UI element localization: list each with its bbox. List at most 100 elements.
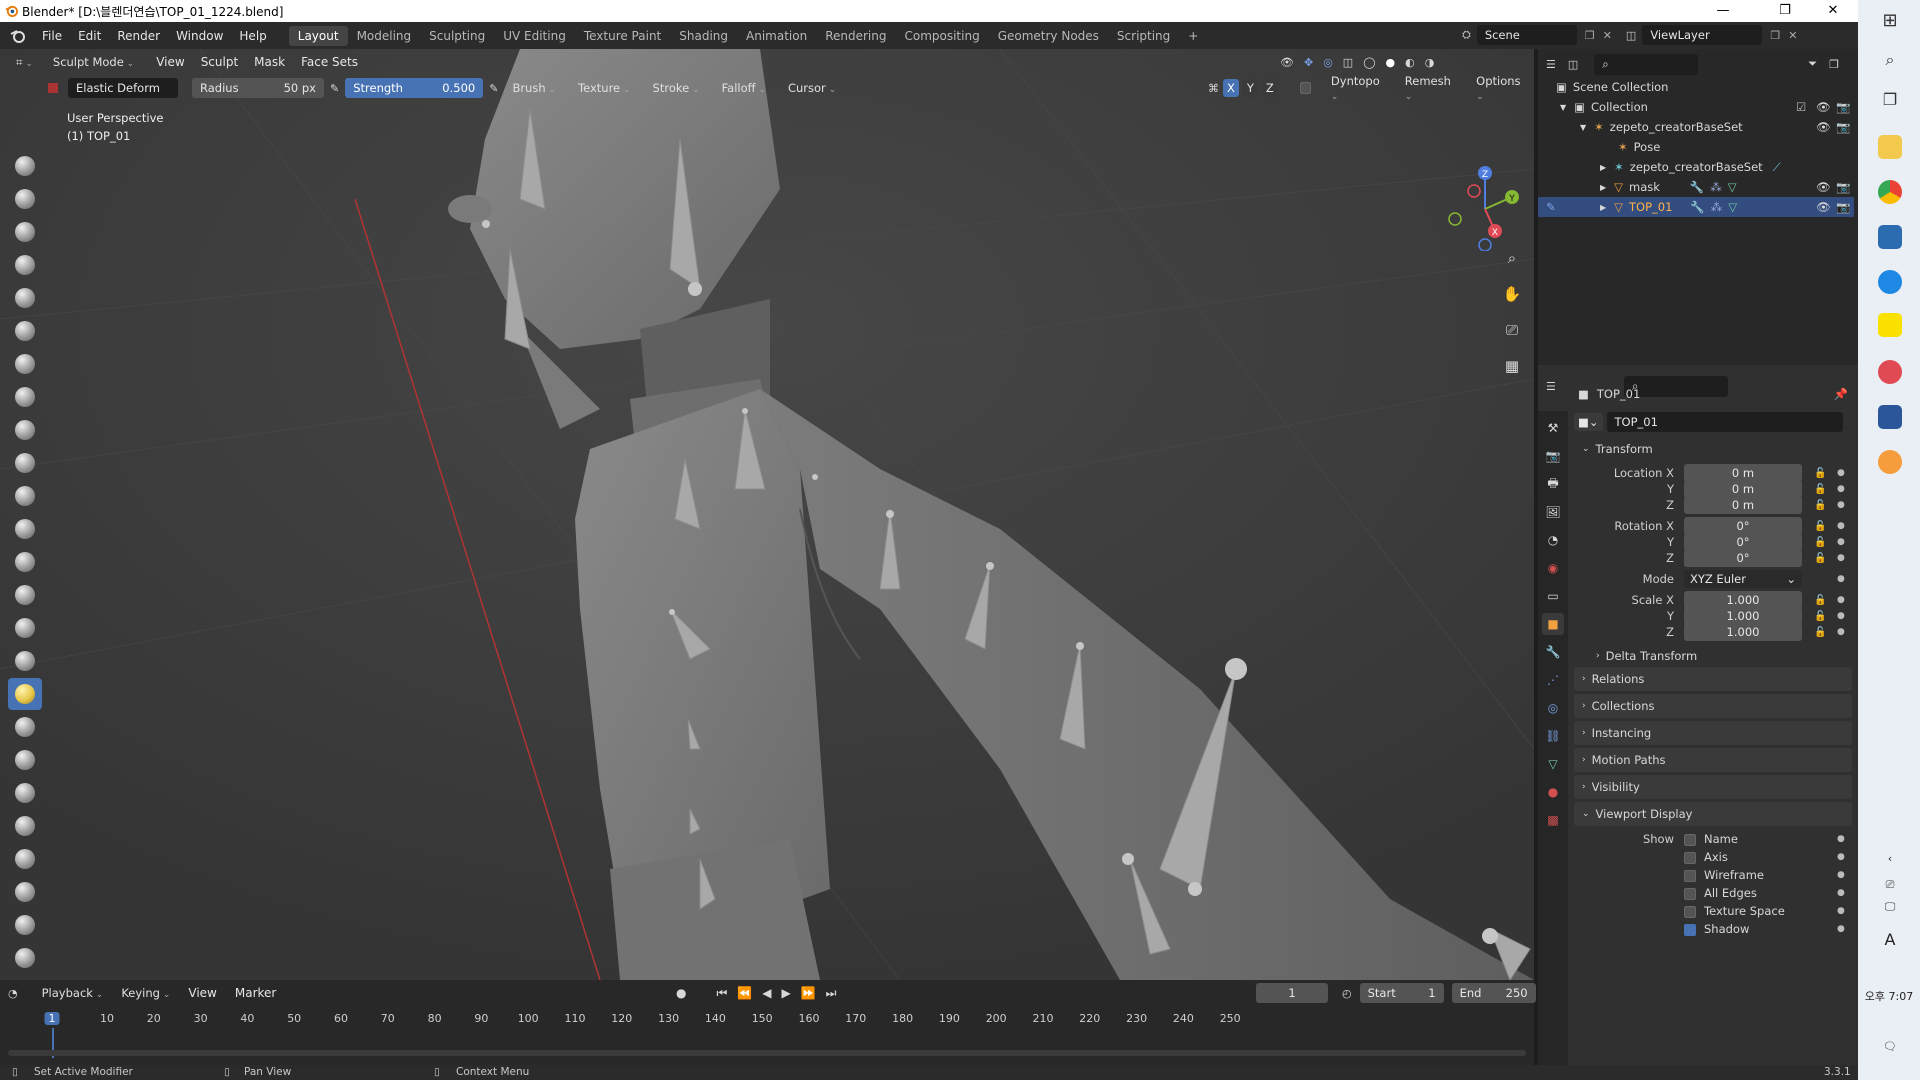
start-frame-field[interactable]: Start 1 [1359, 983, 1444, 1003]
radius-pressure-icon[interactable]: ✎ [330, 82, 339, 95]
output-tab-icon[interactable]: 🖶 [1542, 473, 1564, 495]
delete-view-layer-icon[interactable]: ✕ [1788, 29, 1797, 42]
rotate-brush-tool[interactable] [8, 843, 42, 875]
tab-geometry-nodes[interactable]: Geometry Nodes [989, 26, 1108, 46]
menu-file[interactable]: File [34, 29, 70, 43]
clock[interactable]: 오후 7:07 [1858, 988, 1920, 1004]
brush-name-field[interactable]: Elastic Deform [68, 78, 178, 98]
tab-texture-paint[interactable]: Texture Paint [575, 26, 670, 46]
scrape-brush-tool[interactable] [8, 546, 42, 578]
minimize-button[interactable]: — [1700, 0, 1746, 22]
tab-uv-editing[interactable]: UV Editing [494, 26, 575, 46]
outliner-editor-icon[interactable]: ☰ [1546, 58, 1556, 71]
motion-paths-panel-header[interactable]: › Motion Paths [1574, 748, 1852, 772]
notification-icon[interactable]: 🗨 [1878, 1040, 1902, 1064]
keyframe-dot-icon[interactable]: ● [1837, 595, 1845, 605]
outliner-row-armature[interactable]: ▼ ✶ zepeto_creatorBaseSet 👁 📷 [1538, 117, 1854, 137]
relations-panel-header[interactable]: › Relations [1574, 667, 1852, 691]
task-view-icon[interactable]: ❐ [1878, 90, 1902, 114]
crease-brush-tool[interactable] [8, 414, 42, 446]
menu-help[interactable]: Help [231, 29, 274, 43]
tool-tab-icon[interactable]: ⚒ [1542, 417, 1564, 439]
wireframe-checkbox[interactable]: Wireframe [1684, 868, 1764, 882]
close-button[interactable]: ✕ [1810, 0, 1856, 22]
camera-icon[interactable]: 📷 [1836, 100, 1850, 114]
outliner-row-collection[interactable]: ▼ ▣ Collection ☑ 👁 📷 [1538, 97, 1854, 117]
current-frame-field[interactable]: 1 [1256, 983, 1328, 1003]
new-scene-icon[interactable]: ❐ [1585, 29, 1595, 42]
flatten-brush-tool[interactable] [8, 480, 42, 512]
brush-dropdown[interactable]: Brush [504, 78, 564, 98]
outliner-search-input[interactable]: ⌕ [1594, 53, 1699, 75]
remesh-dropdown[interactable]: Remesh [1397, 71, 1464, 105]
modifiers-tab-icon[interactable]: 🔧 [1542, 641, 1564, 663]
inflate-brush-tool[interactable] [8, 348, 42, 380]
search-icon[interactable]: ⌕ [1878, 50, 1902, 74]
tab-layout[interactable]: Layout [288, 25, 348, 46]
editor-type-dropdown[interactable]: ⌗ [8, 52, 41, 73]
radius-field[interactable]: Radius 50 px [192, 78, 324, 98]
timeline-marker-menu[interactable]: Marker [227, 986, 284, 1000]
all-edges-checkbox[interactable]: All Edges [1684, 886, 1757, 900]
falloff-dropdown[interactable]: Falloff [714, 78, 774, 98]
app-red-icon[interactable] [1878, 360, 1902, 384]
grab-brush-tool[interactable] [8, 645, 42, 677]
pan-hand-icon[interactable]: ✋ [1499, 281, 1525, 307]
tab-animation[interactable]: Animation [737, 26, 816, 46]
add-workspace-button[interactable]: + [1179, 26, 1207, 46]
sculpt-mode-dropdown[interactable]: Sculpt Mode [45, 52, 142, 72]
camera-view-icon[interactable]: ⎚ [1499, 317, 1525, 343]
lock-icon[interactable]: 🔓 [1814, 553, 1826, 564]
thumb-brush-tool[interactable] [8, 744, 42, 776]
keyframe-dot-icon[interactable]: ● [1837, 468, 1845, 478]
menu-face-sets[interactable]: Face Sets [293, 55, 366, 69]
outliner-row-mask[interactable]: ▶ ▽ mask 🔧 ⁂ ▽ 👁 📷 [1538, 177, 1854, 197]
keyframe-dot-icon[interactable]: ● [1837, 537, 1845, 547]
sculpt-mode-icon[interactable]: ✎ [1546, 200, 1556, 214]
collection-tab-icon[interactable]: ▭ [1542, 585, 1564, 607]
file-explorer-icon[interactable] [1878, 135, 1902, 159]
datablock-name-field[interactable]: TOP_01 [1606, 412, 1843, 432]
jump-end-icon[interactable]: ⏭ [826, 986, 837, 1001]
dyntopo-checkbox[interactable] [1299, 82, 1311, 94]
constraints-tab-icon[interactable]: ⛓ [1542, 725, 1564, 747]
kakaotalk-icon[interactable] [1878, 313, 1902, 337]
new-view-layer-icon[interactable]: ❐ [1770, 29, 1780, 42]
frame-ruler[interactable]: 1 10 20 30 40 50 60 70 80 90 100 110 120 130 140 150 160… [0, 1010, 1534, 1030]
mirror-z-toggle[interactable]: Z [1261, 79, 1278, 97]
keyframe-dot-icon[interactable]: ● [1837, 553, 1845, 563]
clay-thumb-brush-tool[interactable] [8, 282, 42, 314]
dyntopo-dropdown[interactable]: Dyntopo [1323, 71, 1393, 105]
chrome-icon[interactable] [1878, 180, 1902, 204]
play-icon[interactable]: ▶ [781, 986, 790, 1000]
jump-start-icon[interactable]: ⏮ [716, 986, 727, 1001]
data-tab-icon[interactable]: ▽ [1542, 753, 1564, 775]
keyframe-dot-icon[interactable]: ● [1837, 484, 1845, 494]
keyframe-dot-icon[interactable]: ● [1837, 500, 1845, 510]
camera-icon[interactable]: 📷 [1836, 180, 1850, 194]
name-checkbox[interactable]: Name [1684, 832, 1738, 846]
mirror-y-toggle[interactable]: Y [1242, 79, 1258, 97]
outliner-row-top-01[interactable]: ✎ ▶ ▽ TOP_01 🔧 ⁂ ▽ 👁 📷 [1538, 197, 1854, 217]
keyframe-dot-icon[interactable]: ● [1837, 852, 1845, 862]
timeline-editor-icon[interactable]: ◔ [8, 987, 18, 1000]
expand-arrow-icon[interactable]: ▶ [1600, 163, 1606, 172]
3d-viewport[interactable]: ⌗ Sculpt Mode View Sculpt Mask Face Sets… [0, 49, 1534, 980]
tab-rendering[interactable]: Rendering [816, 26, 895, 46]
keyframe-dot-icon[interactable]: ● [1837, 611, 1845, 621]
lock-icon[interactable]: 🔓 [1814, 521, 1826, 532]
network-icon[interactable]: 🖵 [1878, 900, 1902, 924]
display-mode-icon[interactable]: ◫ [1568, 58, 1578, 71]
lock-icon[interactable]: 🔓 [1814, 595, 1826, 606]
wireframe-shading-icon[interactable]: ◯ [1363, 56, 1375, 69]
keyframe-dot-icon[interactable]: ● [1837, 521, 1845, 531]
blender-menu-icon[interactable] [10, 29, 26, 43]
expand-arrow-icon[interactable]: ▶ [1600, 183, 1606, 192]
options-dropdown[interactable]: Options [1468, 71, 1534, 105]
keyframe-dot-icon[interactable]: ● [1837, 924, 1845, 934]
filter-icon[interactable]: ⏷ [1808, 57, 1817, 71]
gizmo-toggle-icon[interactable]: ✥ [1304, 56, 1313, 69]
material-shading-icon[interactable]: ◐ [1405, 56, 1415, 69]
strength-pressure-icon[interactable]: ✎ [489, 82, 498, 95]
outliner-row-armature-data[interactable]: ▶ ✶ zepeto_creatorBaseSet ⟋ [1538, 157, 1854, 177]
